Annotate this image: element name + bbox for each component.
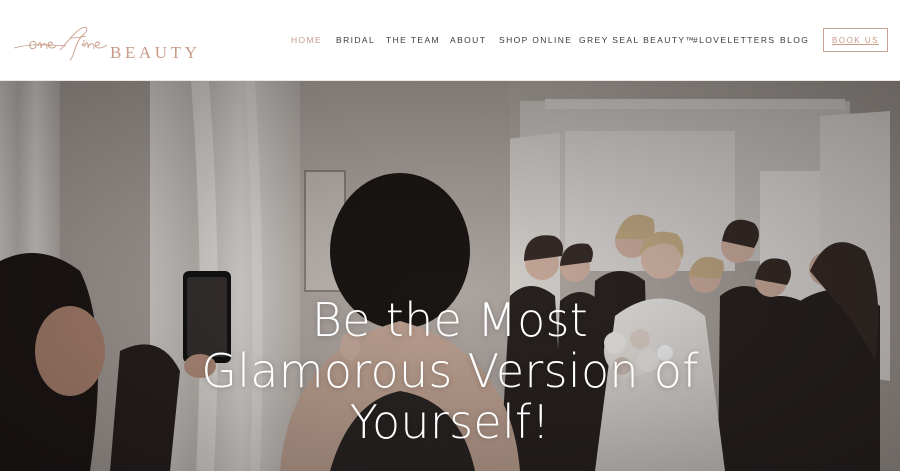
hero-title-line: Be the Most xyxy=(311,293,589,347)
hero-title-line: Glamorous Version of xyxy=(201,344,699,398)
nav-item-blog[interactable]: BLOG xyxy=(780,35,809,45)
main-nav: HOME BRIDAL THE TEAM ABOUT SHOP ONLINE G… xyxy=(0,35,900,47)
site-header: BEAUTY HOME BRIDAL THE TEAM ABOUT SHOP O… xyxy=(0,0,900,81)
hero-title: Be the Most Glamorous Version of Yoursel… xyxy=(150,295,750,448)
nav-item-home[interactable]: HOME xyxy=(291,35,322,45)
nav-item-shop-online[interactable]: SHOP ONLINE xyxy=(499,35,572,45)
nav-item-about[interactable]: ABOUT xyxy=(450,35,486,45)
nav-item-bridal[interactable]: BRIDAL xyxy=(336,35,375,45)
hero-title-line: Yourself! xyxy=(349,395,551,449)
hero-section: Be the Most Glamorous Version of Yoursel… xyxy=(0,81,900,471)
nav-item-grey-seal-beauty[interactable]: GREY SEAL BEAUTY™ xyxy=(579,35,695,45)
nav-item-the-team[interactable]: THE TEAM xyxy=(386,35,440,45)
book-us-button[interactable]: BOOK US xyxy=(823,28,888,52)
nav-item-loveletters[interactable]: #LOVELETTERS xyxy=(693,35,775,45)
